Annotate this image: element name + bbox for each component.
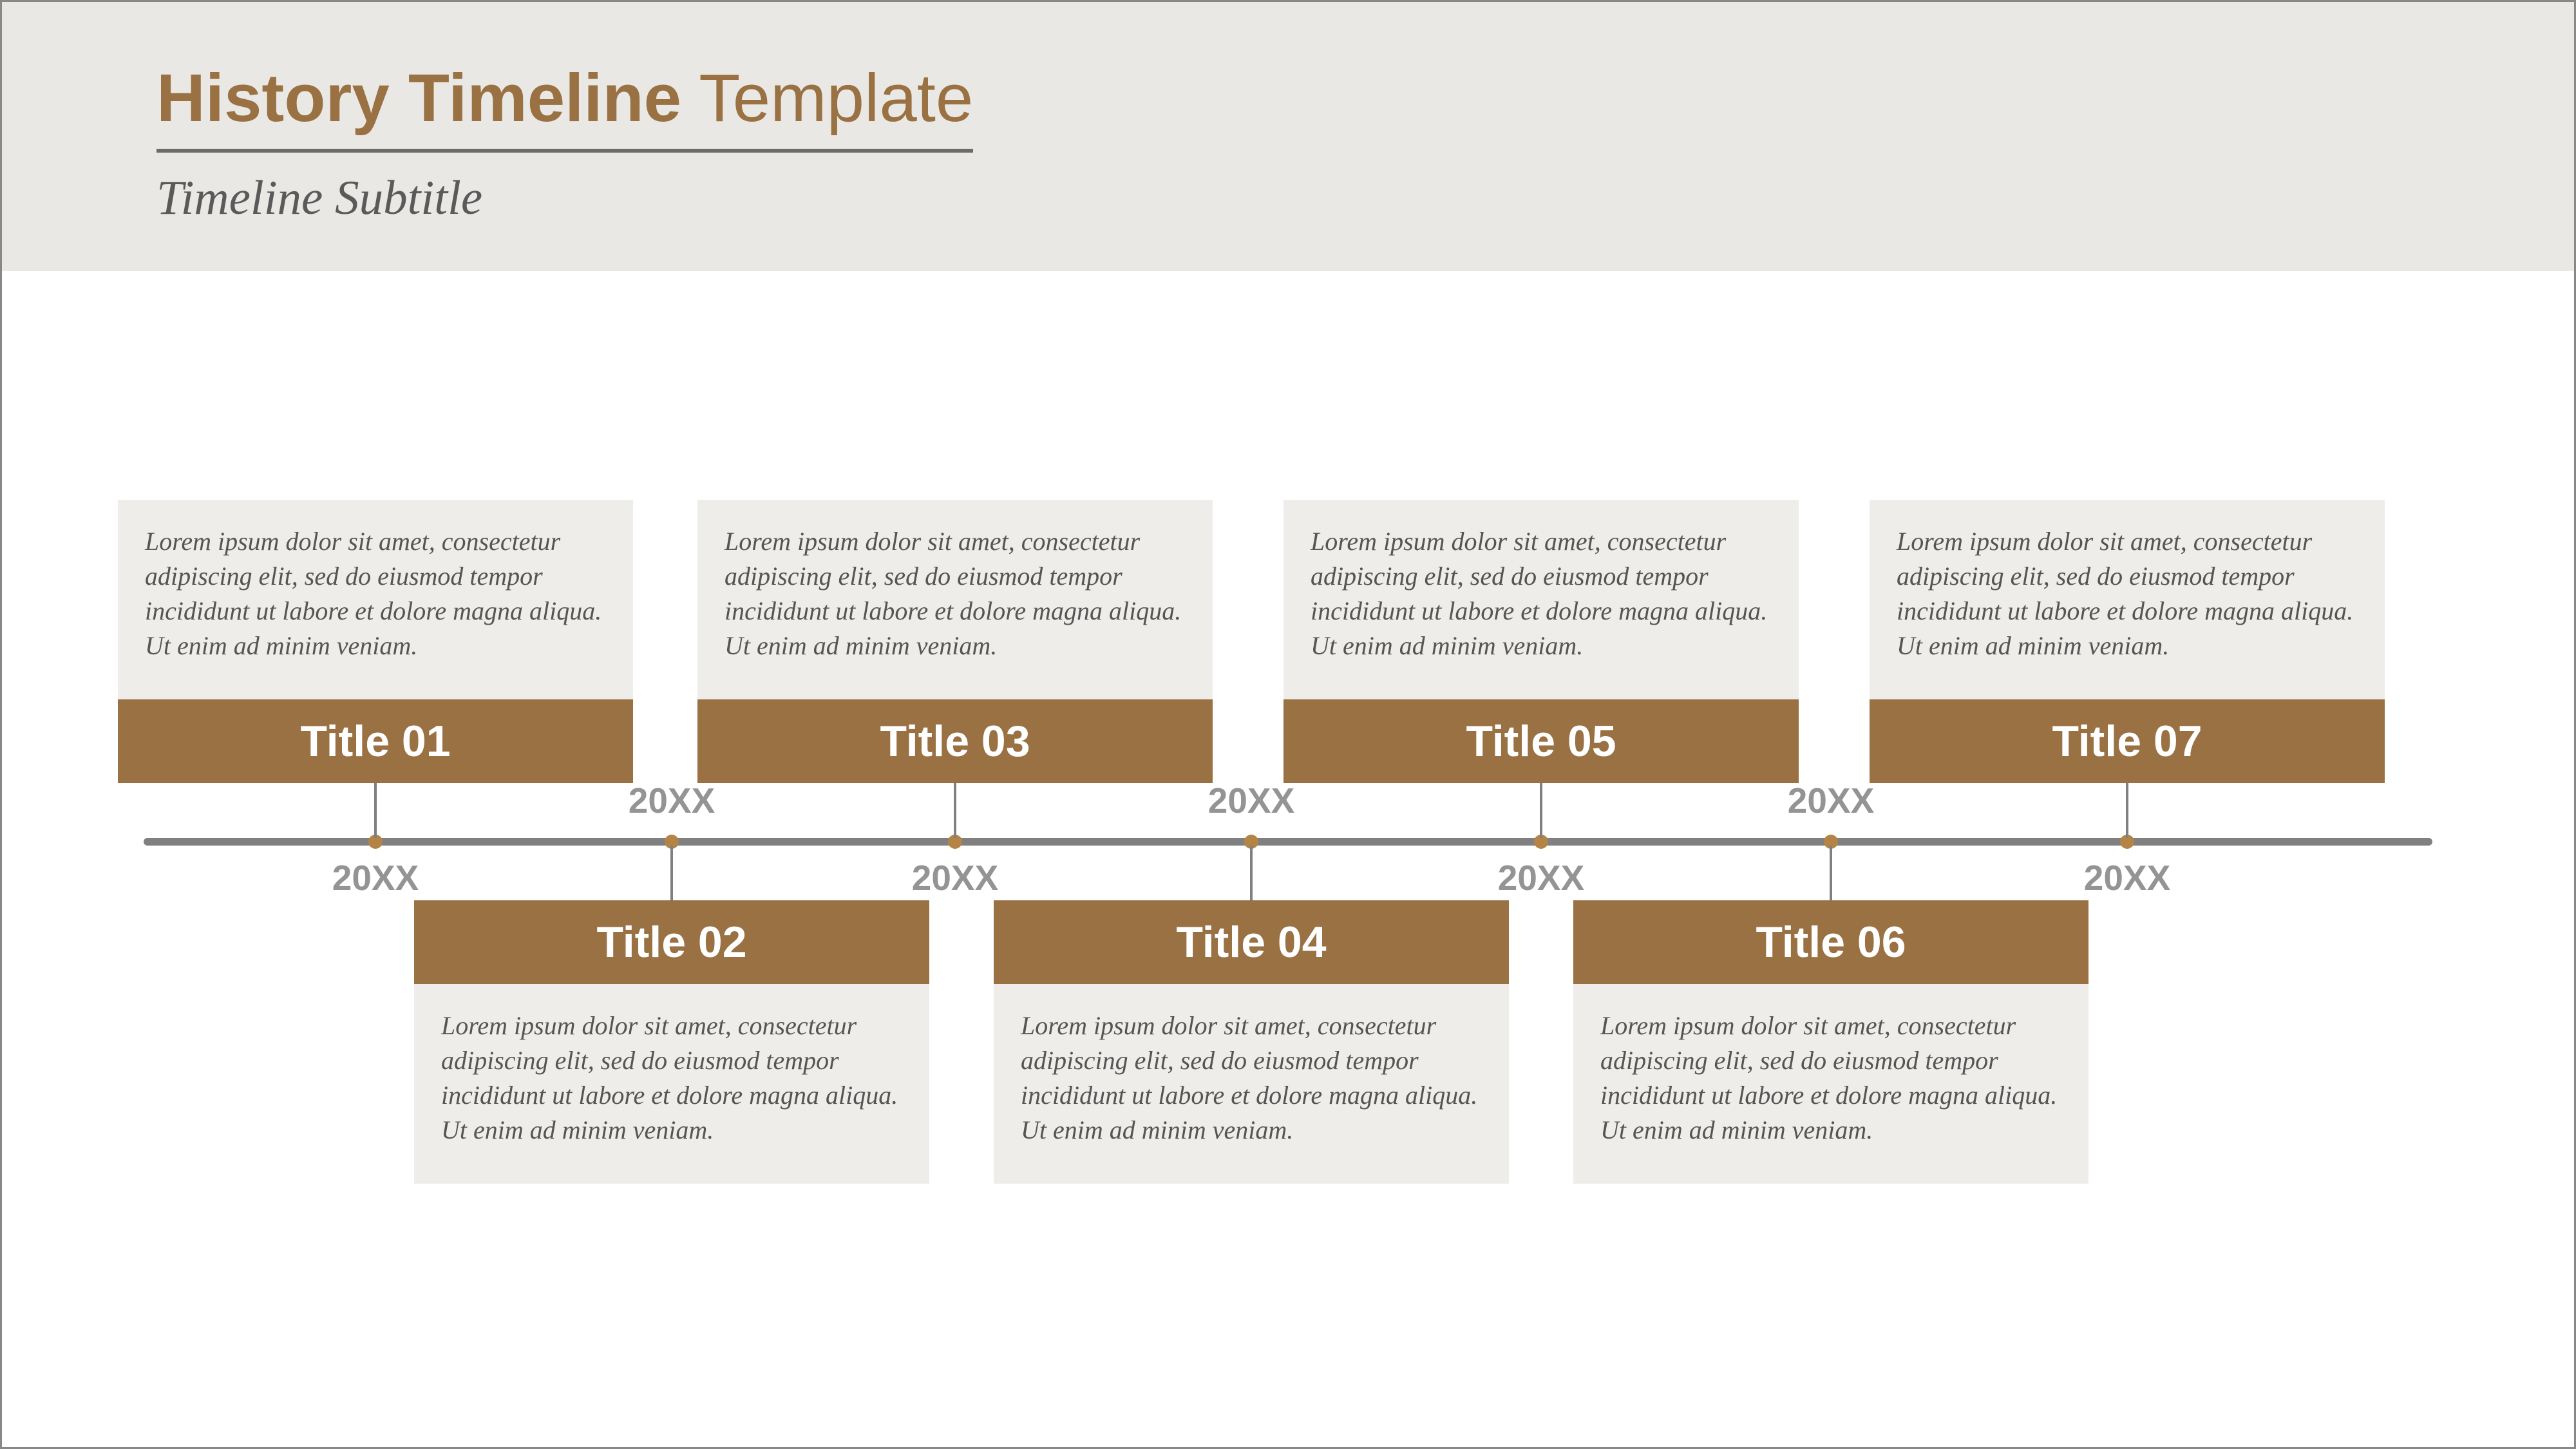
timeline-connector xyxy=(1250,846,1253,900)
year-label: 20XX xyxy=(1788,780,1875,821)
card-title: Title 02 xyxy=(414,900,929,984)
card-title: Title 06 xyxy=(1573,900,2088,984)
card-title: Title 07 xyxy=(1870,699,2385,783)
card-body: Lorem ipsum dolor sit amet, consectetur … xyxy=(697,500,1213,699)
card-body: Lorem ipsum dolor sit amet, consectetur … xyxy=(994,984,1509,1184)
year-label: 20XX xyxy=(629,780,715,821)
timeline-axis xyxy=(144,838,2432,846)
card-body: Lorem ipsum dolor sit amet, consectetur … xyxy=(414,984,929,1184)
card-title: Title 04 xyxy=(994,900,1509,984)
card-body: Lorem ipsum dolor sit amet, consectetur … xyxy=(1283,500,1799,699)
timeline-card: Lorem ipsum dolor sit amet, consectetur … xyxy=(118,500,633,783)
year-label: 20XX xyxy=(1498,857,1585,898)
page-title: History Timeline Template xyxy=(156,60,973,153)
timeline: 20XX Lorem ipsum dolor sit amet, consecte… xyxy=(144,419,2432,1321)
card-body: Lorem ipsum dolor sit amet, consectetur … xyxy=(118,500,633,699)
timeline-connector xyxy=(374,783,377,838)
timeline-connector xyxy=(2126,783,2128,838)
timeline-card: Lorem ipsum dolor sit amet, consectetur … xyxy=(697,500,1213,783)
timeline-card: Lorem ipsum dolor sit amet, consectetur … xyxy=(1870,500,2385,783)
timeline-card: Title 02Lorem ipsum dolor sit amet, cons… xyxy=(414,900,929,1184)
card-title: Title 05 xyxy=(1283,699,1799,783)
timeline-card: Title 06Lorem ipsum dolor sit amet, cons… xyxy=(1573,900,2088,1184)
card-title: Title 03 xyxy=(697,699,1213,783)
page-subtitle: Timeline Subtitle xyxy=(156,171,2420,226)
timeline-connector xyxy=(1540,783,1542,838)
year-label: 20XX xyxy=(1208,780,1295,821)
year-label: 20XX xyxy=(2084,857,2171,898)
header-band: History Timeline Template Timeline Subti… xyxy=(2,2,2574,271)
timeline-card: Title 04Lorem ipsum dolor sit amet, cons… xyxy=(994,900,1509,1184)
timeline-connector xyxy=(1830,846,1832,900)
card-body: Lorem ipsum dolor sit amet, consectetur … xyxy=(1870,500,2385,699)
timeline-card: Lorem ipsum dolor sit amet, consectetur … xyxy=(1283,500,1799,783)
timeline-connector xyxy=(954,783,956,838)
title-light: Template xyxy=(681,61,973,136)
title-bold: History Timeline xyxy=(156,61,681,136)
year-label: 20XX xyxy=(912,857,999,898)
card-body: Lorem ipsum dolor sit amet, consectetur … xyxy=(1573,984,2088,1184)
timeline-connector xyxy=(670,846,673,900)
year-label: 20XX xyxy=(332,857,419,898)
card-title: Title 01 xyxy=(118,699,633,783)
